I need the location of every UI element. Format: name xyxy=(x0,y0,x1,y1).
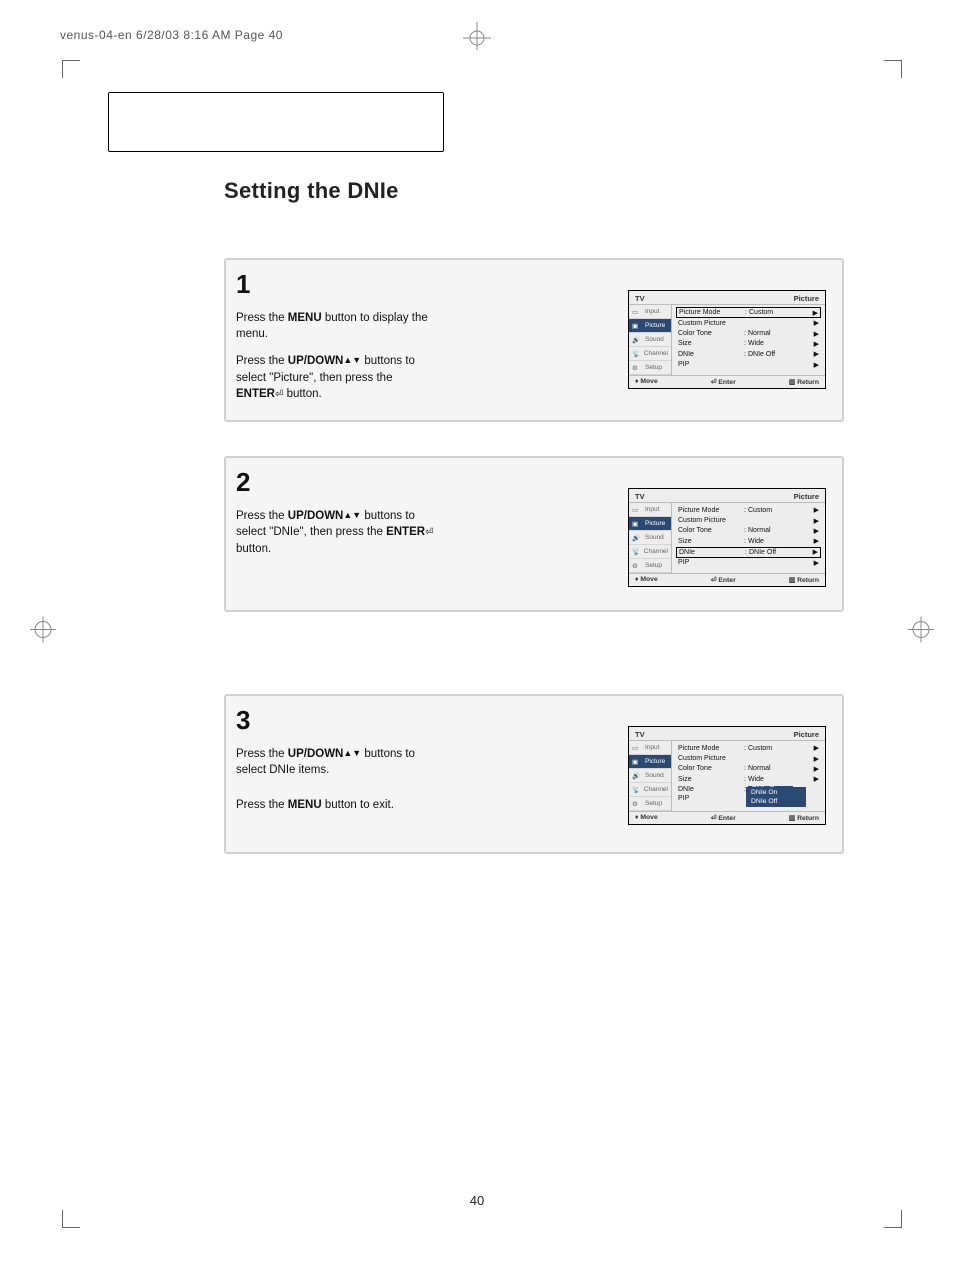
osd-row-custom-picture: Custom Picture▶ xyxy=(676,515,821,525)
input-icon: ▭ xyxy=(632,506,642,514)
osd-footer: ♦ Move ⏎ Enter ▥ Return xyxy=(629,573,825,586)
osd-row-size: Size:Wide▶ xyxy=(676,339,821,349)
crop-mark xyxy=(884,60,902,78)
registration-mark-top xyxy=(459,22,495,50)
osd-main: Picture Mode:Custom▶ Custom Picture▶ Col… xyxy=(672,503,825,573)
sound-icon: 🔊 xyxy=(632,336,642,344)
osd-tab-picture: ▣Picture xyxy=(629,319,671,333)
crop-mark xyxy=(884,1210,902,1228)
print-header: venus-04-en 6/28/03 8:16 AM Page 40 xyxy=(60,28,283,42)
osd-row-custom-picture: Custom Picture▶ xyxy=(676,318,821,328)
osd-row-picture-mode: Picture Mode:Custom▶ xyxy=(676,307,821,318)
osd-tab-sound: 🔊Sound xyxy=(629,769,671,783)
osd-sidebar: ▭Input ▣Picture 🔊Sound 📡Channel ⚙Setup xyxy=(629,305,672,375)
osd-row-color-tone: Color Tone:Normal▶ xyxy=(676,328,821,338)
input-icon: ▭ xyxy=(632,308,642,316)
osd-sidebar: ▭Input ▣Picture 🔊Sound 📡Channel ⚙Setup xyxy=(629,741,672,811)
osd-main: Picture Mode:Custom▶ Custom Picture▶ Col… xyxy=(672,305,825,375)
step-number: 2 xyxy=(236,464,434,502)
osd-tab-setup: ⚙Setup xyxy=(629,361,671,375)
osd-section-label: Picture xyxy=(794,492,819,501)
osd-tab-input: ▭Input xyxy=(629,503,671,517)
osd-tv-label: TV xyxy=(635,492,645,501)
osd-tab-setup: ⚙Setup xyxy=(629,797,671,811)
setup-icon: ⚙ xyxy=(632,562,642,570)
osd-tab-picture: ▣Picture xyxy=(629,517,671,531)
osd-section-label: Picture xyxy=(794,294,819,303)
down-arrow-icon: ▼ xyxy=(352,510,361,520)
osd-row-color-tone: Color Tone:Normal▶ xyxy=(676,526,821,536)
picture-icon: ▣ xyxy=(632,520,642,528)
input-icon: ▭ xyxy=(632,744,642,752)
osd-section-label: Picture xyxy=(794,730,819,739)
osd-row-dnie: DNIe:DNIe Off▶ xyxy=(676,349,821,359)
step-number: 1 xyxy=(236,266,434,304)
osd-tv-label: TV xyxy=(635,294,645,303)
step-2-block: 2 Press the UP/DOWN▲▼ buttons to select … xyxy=(224,456,844,612)
setup-icon: ⚙ xyxy=(632,800,642,808)
picture-icon: ▣ xyxy=(632,322,642,330)
osd-row-color-tone: Color Tone:Normal▶ xyxy=(676,764,821,774)
return-icon: ▥ xyxy=(789,815,797,822)
channel-icon: 📡 xyxy=(632,786,641,794)
down-arrow-icon: ▼ xyxy=(352,355,361,365)
osd-row-size: Size:Wide▶ xyxy=(676,774,821,784)
osd-tab-setup: ⚙Setup xyxy=(629,559,671,573)
page-title: Setting the DNIe xyxy=(224,178,399,204)
osd-dnie-dropdown: DNIe On DNIe Off xyxy=(746,787,806,807)
osd-row-custom-picture: Custom Picture▶ xyxy=(676,753,821,763)
return-icon: ▥ xyxy=(789,577,797,584)
osd-footer: ♦ Move ⏎ Enter ▥ Return xyxy=(629,375,825,388)
step-2-text: 2 Press the UP/DOWN▲▼ buttons to select … xyxy=(236,464,434,602)
osd-tab-channel: 📡Channel xyxy=(629,545,671,559)
osd-main: Picture Mode:Custom▶ Custom Picture▶ Col… xyxy=(672,741,825,811)
osd-row-dnie: DNIe:DNIe Off▶ xyxy=(676,547,821,558)
crop-mark xyxy=(62,1210,80,1228)
registration-mark-left xyxy=(28,615,58,650)
osd-tab-channel: 📡Channel xyxy=(629,783,671,797)
up-arrow-icon: ▲ xyxy=(343,510,352,520)
osd-row-pip: PIP▶ xyxy=(676,360,821,370)
step-1-block: 1 Press the MENU button to display the m… xyxy=(224,258,844,422)
section-tab-box xyxy=(108,92,444,152)
sound-icon: 🔊 xyxy=(632,534,642,542)
osd-screenshot-2: TV Picture ▭Input ▣Picture 🔊Sound 📡Chann… xyxy=(628,488,826,587)
up-arrow-icon: ▲ xyxy=(343,355,352,365)
osd-tab-input: ▭Input xyxy=(629,741,671,755)
down-arrow-icon: ▼ xyxy=(352,748,361,758)
osd-screenshot-1: TV Picture ▭Input ▣Picture 🔊Sound 📡Chann… xyxy=(628,290,826,389)
osd-screenshot-3: TV Picture ▭Input ▣Picture 🔊Sound 📡Chann… xyxy=(628,726,826,825)
step-3-text: 3 Press the UP/DOWN▲▼ buttons to select … xyxy=(236,702,434,844)
osd-tab-sound: 🔊Sound xyxy=(629,531,671,545)
osd-tab-channel: 📡Channel xyxy=(629,347,671,361)
registration-mark-right xyxy=(906,615,936,650)
osd-row-picture-mode: Picture Mode:Custom▶ xyxy=(676,743,821,753)
sound-icon: 🔊 xyxy=(632,772,642,780)
channel-icon: 📡 xyxy=(632,350,641,358)
enter-icon: ⏎ xyxy=(425,527,433,538)
osd-tab-picture: ▣Picture xyxy=(629,755,671,769)
osd-tab-input: ▭Input xyxy=(629,305,671,319)
page-number: 40 xyxy=(470,1193,484,1208)
step-1-text: 1 Press the MENU button to display the m… xyxy=(236,266,434,412)
step-3-block: 3 Press the UP/DOWN▲▼ buttons to select … xyxy=(224,694,844,854)
osd-tv-label: TV xyxy=(635,730,645,739)
osd-sidebar: ▭Input ▣Picture 🔊Sound 📡Channel ⚙Setup xyxy=(629,503,672,573)
osd-row-size: Size:Wide▶ xyxy=(676,536,821,546)
step-number: 3 xyxy=(236,702,434,740)
up-arrow-icon: ▲ xyxy=(343,748,352,758)
setup-icon: ⚙ xyxy=(632,364,642,372)
osd-footer: ♦ Move ⏎ Enter ▥ Return xyxy=(629,811,825,824)
return-icon: ▥ xyxy=(789,379,797,386)
osd-row-pip: PIP▶ xyxy=(676,558,821,568)
picture-icon: ▣ xyxy=(632,758,642,766)
crop-mark xyxy=(62,60,80,78)
osd-row-picture-mode: Picture Mode:Custom▶ xyxy=(676,505,821,515)
channel-icon: 📡 xyxy=(632,548,641,556)
osd-tab-sound: 🔊Sound xyxy=(629,333,671,347)
